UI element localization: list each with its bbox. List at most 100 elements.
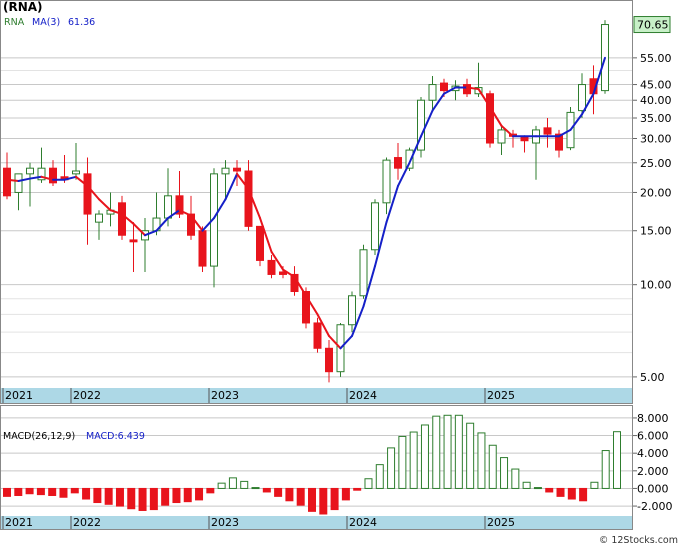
macd-bar — [556, 487, 565, 497]
candle-body — [129, 239, 138, 243]
macd-bar — [172, 487, 181, 504]
candle-body — [233, 167, 241, 172]
macd-bar — [341, 487, 350, 501]
candle — [256, 225, 264, 267]
macd-tick-label: 0.000 — [637, 482, 669, 495]
macd-bar — [82, 487, 91, 500]
candle-body — [26, 167, 34, 175]
candle-body — [267, 259, 276, 275]
price-tick-label: 30.00 — [640, 133, 672, 146]
macd-bar — [522, 481, 531, 489]
macd-bar — [14, 487, 23, 496]
candle-body — [359, 249, 368, 297]
macd-bar — [466, 422, 475, 489]
candle-body — [348, 295, 356, 326]
candle-body — [371, 202, 379, 251]
macd-bar — [274, 487, 283, 497]
macd-bar — [454, 414, 463, 489]
macd-bar — [149, 487, 158, 511]
macd-bar — [409, 431, 418, 489]
macd-tick-label: 4.000 — [637, 447, 669, 460]
candle-body — [95, 213, 103, 223]
price-tick-label: 15.00 — [640, 225, 672, 238]
price-axis: 70.65 55.00 45.00 40.00 35.00 30.00 25.00 20.00… — [632, 16, 672, 384]
macd-bar — [364, 478, 373, 489]
ma-segment — [6, 178, 20, 182]
macd-bar — [70, 487, 79, 494]
macd-bar — [251, 487, 260, 490]
macd-bar — [104, 487, 113, 505]
macd-bar — [48, 487, 57, 496]
macd-bar — [398, 435, 407, 489]
candle-body — [164, 195, 172, 219]
year-label: 2021 — [5, 516, 33, 529]
macd-bar — [93, 487, 102, 504]
macd-bar — [59, 487, 68, 498]
price-tick-label: 20.00 — [640, 186, 672, 199]
price-tick-label: 5.00 — [640, 371, 665, 384]
candle-body — [394, 157, 402, 169]
candle-body — [440, 82, 448, 92]
legend-symbol: RNA — [4, 17, 25, 28]
candle-body — [3, 167, 11, 197]
candle-body — [578, 84, 586, 112]
candle-body — [543, 127, 552, 135]
candle-body — [118, 202, 126, 236]
macd-bar — [25, 487, 34, 495]
macd-bar — [206, 487, 215, 494]
macd-bar — [601, 450, 610, 489]
candle-body — [428, 84, 437, 101]
macd-bar — [488, 444, 497, 489]
candle-body — [382, 159, 391, 204]
candle-body — [486, 93, 494, 144]
candle-body — [244, 170, 253, 227]
macd-bar — [533, 487, 542, 490]
macd-bar — [567, 487, 576, 500]
candle — [198, 226, 207, 272]
macd-bar — [579, 487, 588, 502]
macd-bar — [240, 480, 249, 489]
price-tick-label: 55.00 — [640, 52, 672, 65]
last-price-label: 70.65 — [633, 16, 671, 34]
candle — [313, 317, 322, 353]
macd-tick-label: 2.000 — [637, 465, 669, 478]
price-tick-label: 25.00 — [640, 157, 672, 170]
macd-bar — [319, 487, 328, 515]
legend-ma-value: 61.36 — [68, 17, 95, 28]
candle-body — [279, 271, 287, 275]
year-label: 2021 — [5, 389, 33, 402]
candle — [371, 199, 379, 255]
candle-body — [463, 84, 471, 95]
macd-bar — [420, 424, 429, 489]
macd-bar — [195, 487, 204, 501]
price-tick-label: 45.00 — [640, 79, 672, 92]
price-tick-label: 40.00 — [640, 94, 672, 107]
macd-bar — [353, 487, 362, 491]
macd-bar — [36, 487, 45, 496]
macd-bar — [308, 487, 316, 512]
macd-bar — [375, 464, 384, 489]
year-label: 2024 — [349, 516, 377, 529]
macd-bar — [285, 487, 294, 502]
macd-bar — [545, 487, 554, 493]
stock-chart: 70.65 55.00 45.00 40.00 35.00 30.00 25.00 20.00… — [0, 0, 678, 546]
candle — [486, 90, 494, 148]
macd-legend-value: MACD:6.439 — [86, 431, 145, 442]
year-label: 2022 — [73, 516, 101, 529]
macd-bar — [127, 487, 136, 510]
candle-body — [325, 347, 333, 373]
macd-tick-label: -2.000 — [637, 500, 672, 513]
macd-axis: 8.000 6.000 4.000 2.000 0.000 -2.000 — [632, 412, 672, 513]
macd-bar — [296, 487, 305, 506]
macd-bar — [262, 487, 271, 493]
year-label: 2025 — [487, 516, 515, 529]
year-label: 2024 — [349, 389, 377, 402]
last-price-text: 70.65 — [637, 19, 669, 32]
candle-body — [313, 322, 322, 349]
candle — [336, 322, 345, 377]
macd-tick-label: 6.000 — [637, 430, 669, 443]
candle-body — [256, 225, 264, 261]
macd-bar — [443, 414, 452, 489]
candle-body — [14, 173, 23, 193]
macd-bar — [217, 482, 226, 489]
